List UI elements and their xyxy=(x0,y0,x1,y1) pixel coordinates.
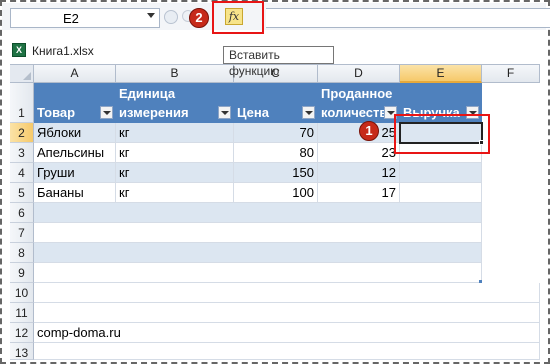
cell-c2[interactable]: 70 xyxy=(234,123,318,143)
cancel-icon[interactable] xyxy=(164,10,178,24)
step-badge-1: 1 xyxy=(359,121,379,141)
cell-c5[interactable]: 100 xyxy=(234,183,318,203)
table-row-8[interactable] xyxy=(34,243,482,263)
select-all-corner[interactable] xyxy=(10,65,34,83)
name-box[interactable]: E2 xyxy=(10,8,160,28)
column-header-f[interactable]: F xyxy=(482,65,540,83)
table-header-price[interactable]: Цена xyxy=(234,83,318,123)
row-header-10[interactable]: 10 xyxy=(10,283,34,303)
column-header-e[interactable]: E xyxy=(400,65,482,83)
excel-file-icon: X xyxy=(12,43,26,57)
cell-d5[interactable]: 17 xyxy=(318,183,400,203)
step-badge-2: 2 xyxy=(189,8,209,28)
table-row-7[interactable] xyxy=(34,223,482,243)
formula-bar: E2 xyxy=(2,3,550,30)
worksheet-grid[interactable]: A B C D E F 1 2 3 4 5 6 7 8 9 10 11 12 1… xyxy=(10,64,540,360)
cell-a12[interactable]: comp-doma.ru xyxy=(34,323,540,343)
cell-a3[interactable]: Апельсины xyxy=(34,143,116,163)
header-label: Товар xyxy=(37,105,76,120)
cell-b3[interactable]: кг xyxy=(116,143,234,163)
sheet-row-13[interactable] xyxy=(34,343,540,360)
row-header-6[interactable]: 6 xyxy=(10,203,34,223)
column-header-b[interactable]: B xyxy=(116,65,234,83)
filter-dropdown-icon[interactable] xyxy=(302,106,315,119)
row-header-7[interactable]: 7 xyxy=(10,223,34,243)
cell-a2[interactable]: Яблоки xyxy=(34,123,116,143)
filter-dropdown-icon[interactable] xyxy=(218,106,231,119)
table-row-9[interactable] xyxy=(34,263,482,283)
cell-a4[interactable]: Груши xyxy=(34,163,116,183)
cell-a5[interactable]: Бананы xyxy=(34,183,116,203)
formula-input[interactable] xyxy=(266,8,550,28)
cell-b4[interactable]: кг xyxy=(116,163,234,183)
header-label: Проданное xyxy=(321,86,393,101)
table-header-unit[interactable]: Единица измерения xyxy=(116,83,234,123)
chevron-down-icon[interactable] xyxy=(147,13,155,18)
row-header-5[interactable]: 5 xyxy=(10,183,34,203)
row-header-2[interactable]: 2 xyxy=(10,123,34,143)
workbook-title: Книга1.xlsx xyxy=(32,44,94,58)
sheet-row-11[interactable] xyxy=(34,303,540,323)
cell-e5[interactable] xyxy=(400,183,482,203)
sheet-row-10[interactable] xyxy=(34,283,540,303)
filter-dropdown-icon[interactable] xyxy=(100,106,113,119)
cell-b2[interactable]: кг xyxy=(116,123,234,143)
row-header-11[interactable]: 11 xyxy=(10,303,34,323)
table-row-6[interactable] xyxy=(34,203,482,223)
cell-b5[interactable]: кг xyxy=(116,183,234,203)
row-header-12[interactable]: 12 xyxy=(10,323,34,343)
row-header-3[interactable]: 3 xyxy=(10,143,34,163)
insert-function-button[interactable]: fx xyxy=(225,8,243,25)
insert-function-tooltip: Вставить функцию xyxy=(223,46,334,78)
header-label: измерения xyxy=(119,105,189,120)
header-label: Единица xyxy=(119,86,176,101)
column-header-a[interactable]: A xyxy=(34,65,116,83)
row-header-8[interactable]: 8 xyxy=(10,243,34,263)
header-label: Цена xyxy=(237,105,269,120)
cell-d3[interactable]: 23 xyxy=(318,143,400,163)
table-header-product[interactable]: Товар xyxy=(34,83,116,123)
cell-c4[interactable]: 150 xyxy=(234,163,318,183)
row-header-1[interactable]: 1 xyxy=(10,83,34,123)
row-header-9[interactable]: 9 xyxy=(10,263,34,283)
column-header-d[interactable]: D xyxy=(318,65,400,83)
cell-d4[interactable]: 12 xyxy=(318,163,400,183)
row-header-4[interactable]: 4 xyxy=(10,163,34,183)
row-header-13[interactable]: 13 xyxy=(10,343,34,360)
cell-highlight-box xyxy=(394,114,490,154)
cell-e4[interactable] xyxy=(400,163,482,183)
header-label: количеств xyxy=(321,105,388,120)
cell-c3[interactable]: 80 xyxy=(234,143,318,163)
table-header-quantity[interactable]: Проданное количеств xyxy=(318,83,400,123)
